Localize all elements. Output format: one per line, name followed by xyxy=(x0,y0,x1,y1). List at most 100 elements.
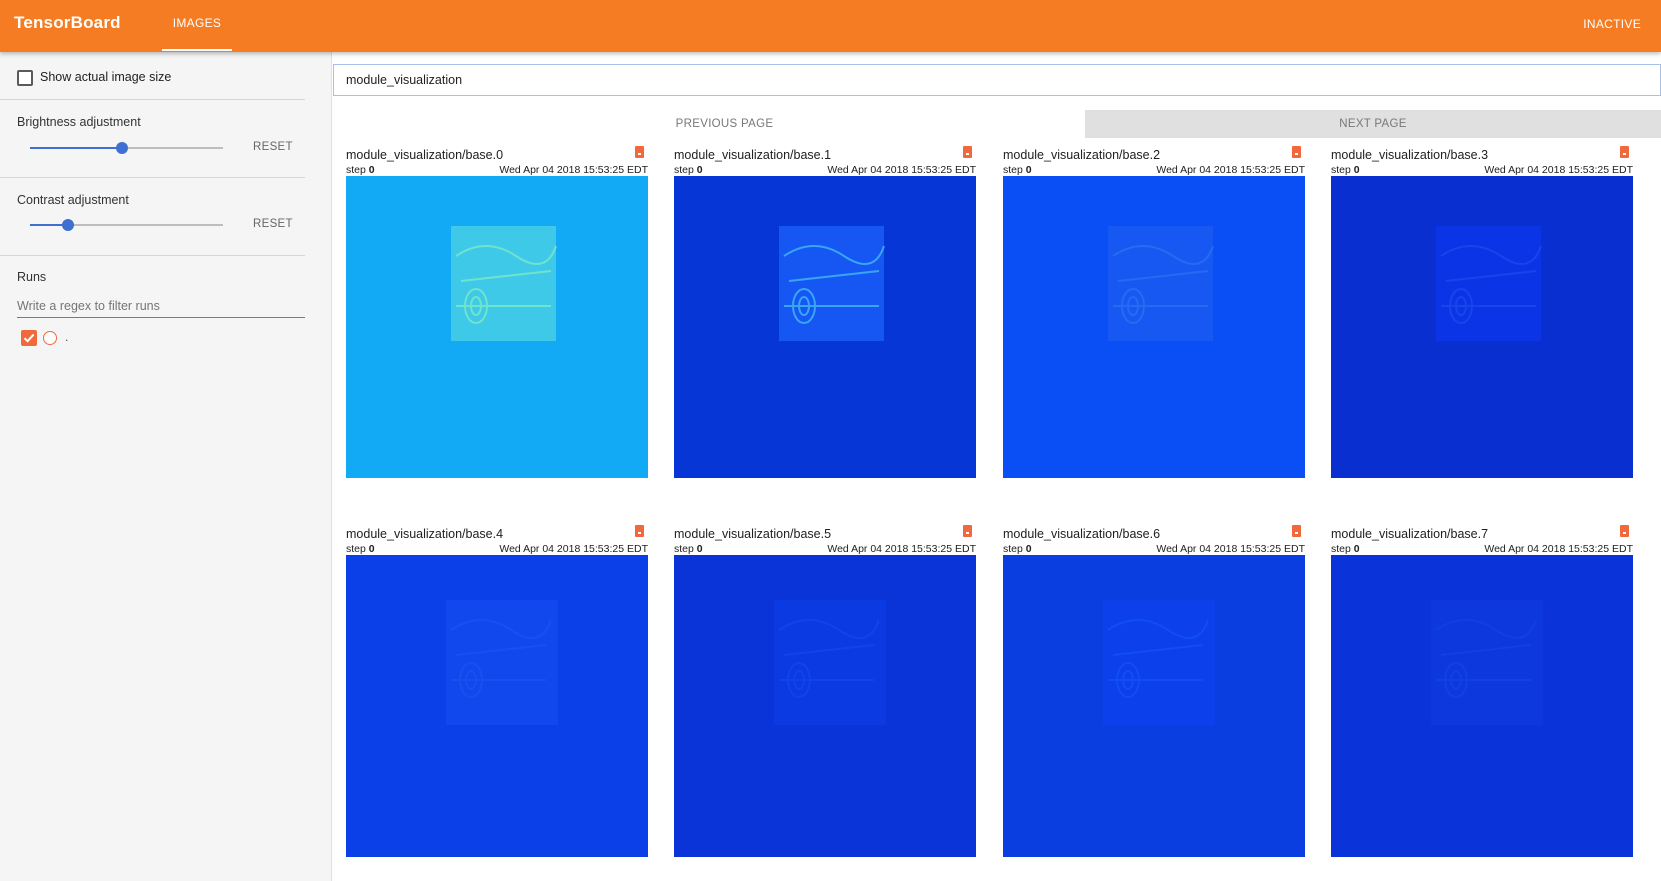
image-card-timestamp: Wed Apr 04 2018 15:53:25 EDT xyxy=(827,543,976,555)
image-card-title: module_visualization/base.7 xyxy=(1331,527,1489,541)
image-card-timestamp: Wed Apr 04 2018 15:53:25 EDT xyxy=(499,164,648,176)
image-card-image[interactable] xyxy=(346,555,648,857)
previous-page-label: PREVIOUS PAGE xyxy=(675,118,774,130)
image-card-title: module_visualization/base.3 xyxy=(1331,148,1489,162)
step-label: step xyxy=(1003,543,1023,555)
show-actual-size-checkbox[interactable] xyxy=(17,70,33,86)
step-value: 0 xyxy=(368,164,375,176)
feature-map-visualization xyxy=(1003,555,1305,857)
feature-map-visualization xyxy=(346,176,648,478)
step-label: step xyxy=(674,543,694,555)
brightness-slider-fill xyxy=(30,147,122,149)
image-card-image[interactable] xyxy=(1331,176,1633,478)
check-icon xyxy=(23,333,35,343)
download-icon[interactable] xyxy=(963,525,972,537)
image-card-image[interactable] xyxy=(1003,176,1305,478)
step-label: step xyxy=(1331,543,1351,555)
download-icon[interactable] xyxy=(963,146,972,158)
feature-map-visualization xyxy=(1331,555,1633,857)
image-card-image[interactable] xyxy=(1331,555,1633,857)
step-value: 0 xyxy=(368,543,375,555)
step-label: step xyxy=(1003,164,1023,176)
image-card: module_visualization/base.4step 0 Wed Apr… xyxy=(333,525,648,877)
status-indicator[interactable]: INACTIVE xyxy=(1583,17,1641,31)
image-card-step: step 0 xyxy=(1331,543,1360,555)
download-icon[interactable] xyxy=(1292,146,1301,158)
show-actual-size-label[interactable]: Show actual image size xyxy=(40,70,171,84)
feature-map-visualization xyxy=(1331,176,1633,478)
top-app-bar: TensorBoard IMAGES INACTIVE xyxy=(0,0,1661,52)
contrast-reset-button[interactable]: RESET xyxy=(253,218,293,230)
image-card-timestamp: Wed Apr 04 2018 15:53:25 EDT xyxy=(827,164,976,176)
step-value: 0 xyxy=(1353,164,1360,176)
image-card-timestamp: Wed Apr 04 2018 15:53:25 EDT xyxy=(499,543,648,555)
tab-images[interactable]: IMAGES xyxy=(162,0,232,52)
image-card: module_visualization/base.2step 0 Wed Apr… xyxy=(990,146,1305,498)
run-color-radio[interactable] xyxy=(43,331,57,345)
image-card-image[interactable] xyxy=(1003,555,1305,857)
step-label: step xyxy=(346,164,366,176)
contrast-section: Contrast adjustment RESET xyxy=(0,178,305,256)
runs-filter-input[interactable] xyxy=(17,294,305,318)
image-card: module_visualization/base.7step 0 Wed Apr… xyxy=(1318,525,1633,877)
image-card: module_visualization/base.0step 0 Wed Apr… xyxy=(333,146,648,498)
brightness-slider-knob[interactable] xyxy=(116,142,128,154)
feature-map-visualization xyxy=(674,176,976,478)
image-card: module_visualization/base.6step 0 Wed Apr… xyxy=(990,525,1305,877)
image-card-step: step 0 xyxy=(1003,543,1032,555)
step-value: 0 xyxy=(1353,543,1360,555)
image-card-step: step 0 xyxy=(674,164,703,176)
brightness-reset-button[interactable]: RESET xyxy=(253,141,293,153)
feature-map-visualization xyxy=(1003,176,1305,478)
image-card: module_visualization/base.1step 0 Wed Apr… xyxy=(661,146,976,498)
image-card: module_visualization/base.5step 0 Wed Apr… xyxy=(661,525,976,877)
image-card-title: module_visualization/base.4 xyxy=(346,527,504,541)
step-label: step xyxy=(346,543,366,555)
image-card: module_visualization/base.3step 0 Wed Apr… xyxy=(1318,146,1633,498)
main-content: PREVIOUS PAGE NEXT PAGE module_visualiza… xyxy=(333,52,1661,881)
feature-map-visualization xyxy=(674,555,976,857)
image-card-title: module_visualization/base.0 xyxy=(346,148,504,162)
step-value: 0 xyxy=(696,543,703,555)
download-icon[interactable] xyxy=(635,146,644,158)
tag-filter-input[interactable] xyxy=(333,64,1661,96)
runs-title: Runs xyxy=(17,270,47,284)
image-card-step: step 0 xyxy=(346,164,375,176)
brightness-label: Brightness adjustment xyxy=(17,115,141,129)
image-card-image[interactable] xyxy=(674,555,976,857)
image-card-timestamp: Wed Apr 04 2018 15:53:25 EDT xyxy=(1484,543,1633,555)
contrast-label: Contrast adjustment xyxy=(17,193,129,207)
contrast-slider-knob[interactable] xyxy=(62,219,74,231)
image-card-step: step 0 xyxy=(1003,164,1032,176)
image-card-timestamp: Wed Apr 04 2018 15:53:25 EDT xyxy=(1156,164,1305,176)
image-card-step: step 0 xyxy=(674,543,703,555)
image-card-title: module_visualization/base.1 xyxy=(674,148,832,162)
run-name: . xyxy=(65,330,69,344)
step-label: step xyxy=(674,164,694,176)
download-icon[interactable] xyxy=(1620,525,1629,537)
run-checkbox[interactable] xyxy=(21,330,37,346)
brightness-slider[interactable] xyxy=(30,142,223,154)
step-value: 0 xyxy=(1025,543,1032,555)
contrast-slider[interactable] xyxy=(30,219,223,231)
image-card-timestamp: Wed Apr 04 2018 15:53:25 EDT xyxy=(1484,164,1633,176)
image-card-title: module_visualization/base.6 xyxy=(1003,527,1161,541)
image-card-step: step 0 xyxy=(1331,164,1360,176)
image-card-image[interactable] xyxy=(674,176,976,478)
download-icon[interactable] xyxy=(1620,146,1629,158)
image-card-step: step 0 xyxy=(346,543,375,555)
next-page-button[interactable]: NEXT PAGE xyxy=(1085,110,1661,138)
show-actual-size-row[interactable]: Show actual image size xyxy=(0,52,305,100)
app-title: TensorBoard xyxy=(14,13,121,32)
image-card-title: module_visualization/base.5 xyxy=(674,527,832,541)
download-icon[interactable] xyxy=(1292,525,1301,537)
image-card-title: module_visualization/base.2 xyxy=(1003,148,1161,162)
image-card-timestamp: Wed Apr 04 2018 15:53:25 EDT xyxy=(1156,543,1305,555)
step-value: 0 xyxy=(696,164,703,176)
image-card-image[interactable] xyxy=(346,176,648,478)
download-icon[interactable] xyxy=(635,525,644,537)
sidebar: Show actual image size Brightness adjust… xyxy=(0,52,332,881)
feature-map-visualization xyxy=(346,555,648,857)
step-label: step xyxy=(1331,164,1351,176)
brightness-section: Brightness adjustment RESET xyxy=(0,100,305,178)
